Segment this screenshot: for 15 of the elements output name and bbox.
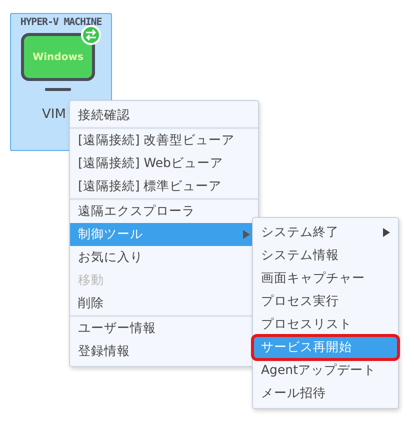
screen-label: Windows	[32, 52, 84, 62]
menu-item[interactable]: Agentアップデート	[253, 359, 398, 382]
menu-item[interactable]: プロセスリスト	[253, 313, 398, 336]
caret-icon	[243, 230, 250, 239]
menu-item[interactable]: 画面キャプチャー	[253, 267, 398, 290]
menu-item[interactable]: 遠隔エクスプローラ	[70, 200, 258, 223]
menu-item[interactable]: [遠隔接続] Webビューア	[70, 152, 258, 175]
menu-item[interactable]: プロセス実行	[253, 290, 398, 313]
menu-item[interactable]: システム情報	[253, 244, 398, 267]
caret-icon	[383, 228, 390, 237]
tile-title: HYPER-V MACHINE	[20, 17, 102, 28]
menu-item[interactable]: [遠隔接続] 標準ビューア	[70, 175, 258, 198]
menu-item[interactable]: メール招待	[253, 382, 398, 405]
machine-name: VIM	[42, 107, 66, 122]
swap-icon	[81, 25, 101, 45]
